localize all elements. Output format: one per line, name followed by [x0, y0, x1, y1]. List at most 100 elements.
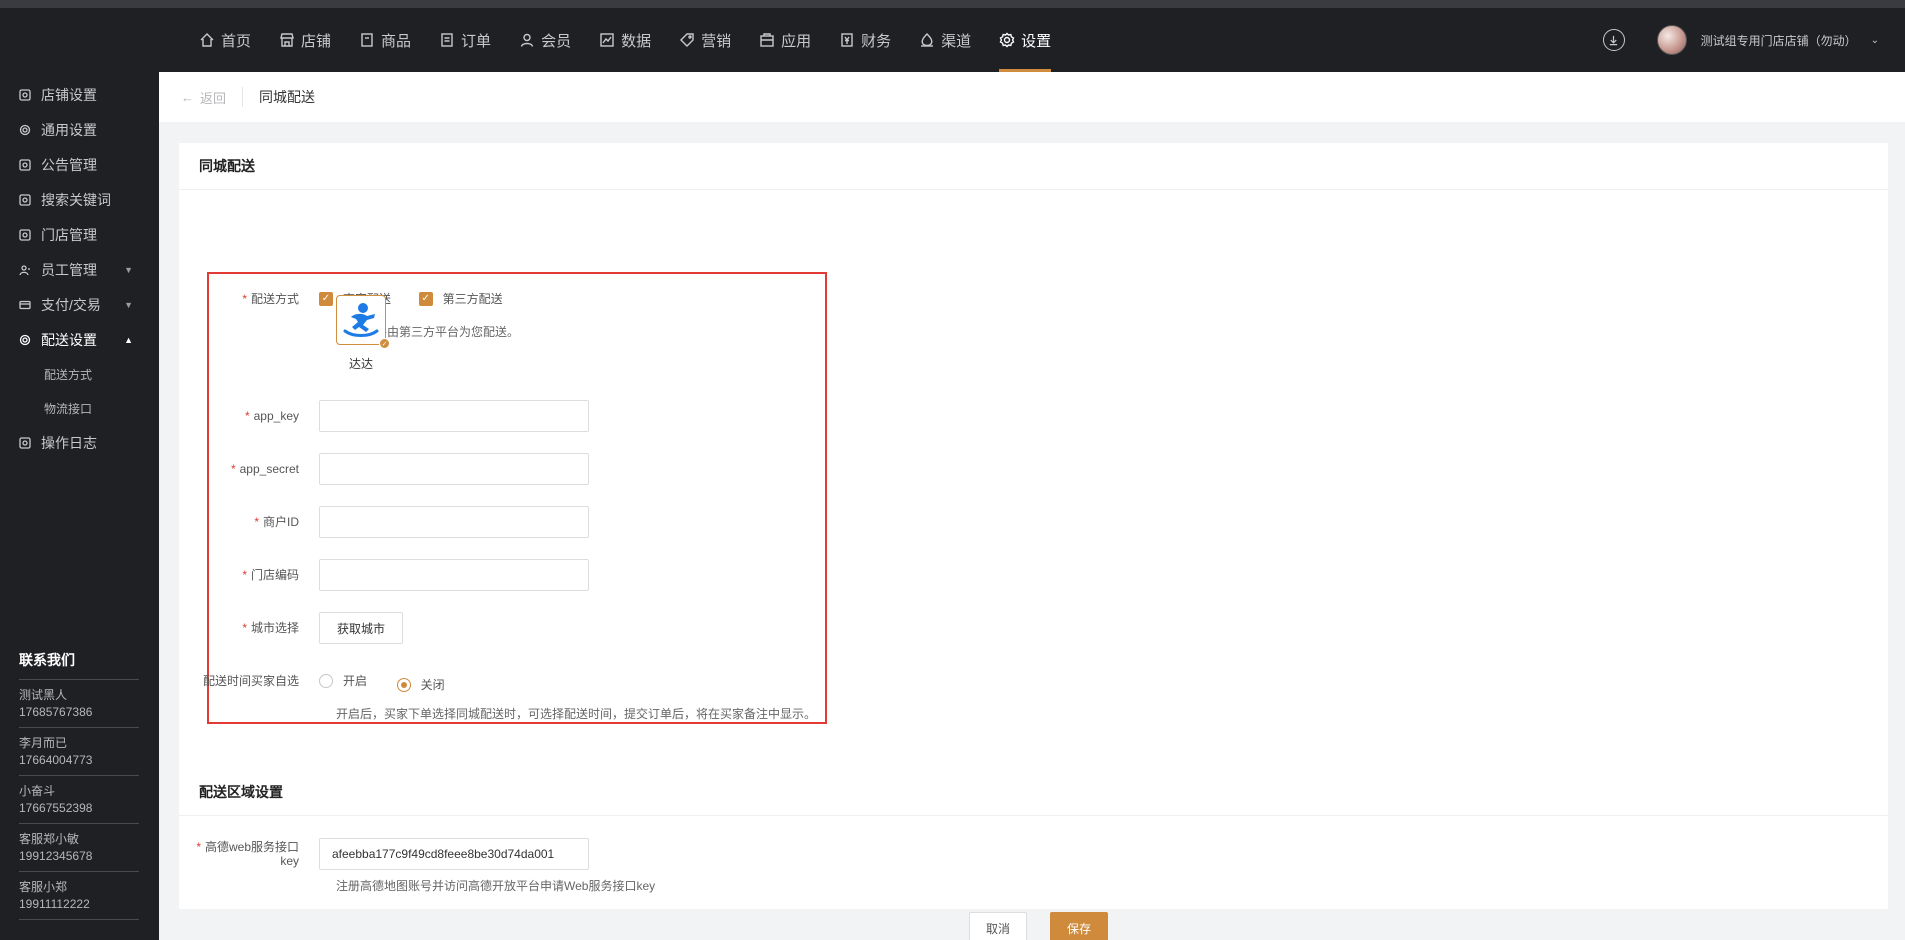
- nav-label: 数据: [621, 32, 652, 50]
- radio-circle: [319, 674, 333, 688]
- merchant-id-row: * 商户ID: [179, 506, 589, 538]
- caret-down-icon: ▼: [124, 264, 133, 275]
- store-name[interactable]: 测试组专用门店店铺（勿动）: [1701, 32, 1857, 49]
- radio-circle-selected: [396, 678, 411, 692]
- home-icon: [199, 32, 215, 48]
- store-icon: [279, 32, 295, 48]
- amap-key-row: * 高德web服务接口key: [179, 838, 589, 870]
- member-icon: [519, 32, 535, 48]
- sidebar-item-operation-log[interactable]: 操作日志: [0, 425, 159, 460]
- nav-label: 商品: [381, 32, 412, 50]
- contact-name: 测试黑人: [19, 688, 68, 702]
- settings-square-icon: [19, 88, 31, 101]
- selected-check-icon: ✓: [379, 338, 390, 349]
- nav-order[interactable]: 订单: [425, 8, 505, 72]
- contact-name: 李月而已: [19, 736, 68, 750]
- sidebar-item-search-keywords[interactable]: 搜索关键词: [0, 182, 159, 217]
- caret-down-icon: ▼: [124, 299, 133, 310]
- sidebar-subitem-logistics-api[interactable]: 物流接口: [0, 391, 159, 425]
- nav-store[interactable]: 店铺: [265, 8, 345, 72]
- app-key-input[interactable]: [319, 400, 589, 432]
- sidebar-subitem-delivery-methods[interactable]: 配送方式: [0, 357, 159, 391]
- check-icon: ✓: [319, 292, 333, 306]
- sidebar-item-staff[interactable]: 员工管理 ▼: [0, 252, 159, 287]
- user-area: 测试组专用门店店铺（勿动） ⌄: [1602, 8, 1879, 72]
- gear-icon: [19, 334, 31, 346]
- section-title: 配送区域设置: [179, 769, 1888, 816]
- store-code-row: * 门店编码: [179, 559, 589, 591]
- sidebar-item-stores[interactable]: 门店管理: [0, 217, 159, 252]
- section-title: 同城配送: [179, 143, 1888, 190]
- sidebar-item-announcements[interactable]: 公告管理: [0, 147, 159, 182]
- provider-dada-option[interactable]: ✓: [336, 295, 390, 349]
- settings-square-icon: [19, 228, 31, 241]
- field-label: * 门店编码: [242, 568, 299, 582]
- contact-item: 小奋斗 17667552398: [19, 776, 139, 824]
- nav-member[interactable]: 会员: [505, 8, 585, 72]
- goods-icon: [359, 32, 375, 48]
- contact-title: 联系我们: [19, 650, 139, 680]
- sidebar-item-label: 支付/交易: [41, 296, 101, 313]
- nav-home[interactable]: 首页: [185, 8, 265, 72]
- radio-off[interactable]: 关闭: [396, 669, 445, 701]
- contact-phone: 17685767386: [19, 705, 93, 719]
- sidebar-item-payment[interactable]: 支付/交易 ▼: [0, 287, 159, 322]
- nav-label: 会员: [541, 32, 572, 50]
- settings-square-icon: [19, 193, 31, 206]
- field-label: * app_key: [244, 409, 299, 423]
- nav-goods[interactable]: 商品: [345, 8, 425, 72]
- save-button[interactable]: 保存: [1050, 912, 1108, 940]
- sidebar-item-label: 搜索关键词: [41, 191, 111, 208]
- field-label: * 城市选择: [242, 621, 299, 635]
- avatar[interactable]: [1656, 25, 1687, 55]
- get-city-button[interactable]: 获取城市: [319, 612, 404, 644]
- contact-item: 客服小郑 19911112222: [19, 872, 139, 920]
- sidebar-item-label: 公告管理: [41, 156, 97, 173]
- top-navbar: 首页 店铺 商品 订单 会员 数据 营销 应用 财务 渠道 设置 测试组专用门店…: [0, 0, 1905, 72]
- nav-label: 店铺: [301, 32, 332, 50]
- tag-icon: [679, 32, 695, 48]
- cancel-button[interactable]: 取消: [969, 912, 1027, 940]
- card-icon: [19, 299, 31, 311]
- chevron-down-icon[interactable]: ⌄: [1871, 35, 1879, 46]
- provider-name: 达达: [348, 357, 373, 371]
- checkbox-third-party-delivery[interactable]: ✓ 第三方配送: [418, 283, 503, 315]
- sidebar-item-delivery-settings[interactable]: 配送设置 ▲: [0, 322, 159, 357]
- amap-key-input[interactable]: [319, 838, 589, 870]
- finance-icon: [839, 32, 855, 48]
- sidebar-item-label: 配送方式: [44, 367, 93, 382]
- field-label: * 配送方式: [242, 292, 299, 306]
- nav-settings[interactable]: 设置: [985, 8, 1065, 72]
- sidebar-item-label: 店铺设置: [41, 86, 97, 103]
- staff-icon: [19, 264, 31, 276]
- nav-label: 应用: [781, 32, 812, 50]
- gear-icon: [19, 124, 31, 136]
- merchant-id-input[interactable]: [319, 506, 589, 538]
- back-button[interactable]: ← 返回: [181, 87, 244, 107]
- radio-on[interactable]: 开启: [319, 665, 367, 697]
- contact-phone: 17664004773: [19, 753, 93, 767]
- app-icon: [759, 32, 775, 48]
- sidebar-item-general-settings[interactable]: 通用设置: [0, 112, 159, 147]
- sidebar-item-label: 物流接口: [44, 401, 93, 416]
- sidebar-item-store-settings[interactable]: 店铺设置: [0, 77, 159, 112]
- store-code-input[interactable]: [319, 559, 589, 591]
- nav-finance[interactable]: 财务: [825, 8, 905, 72]
- channel-icon: [919, 32, 935, 48]
- sidebar: 店铺设置 通用设置 公告管理 搜索关键词 门店管理 员工管理 ▼ 支付/交易 ▼…: [0, 72, 159, 940]
- caret-up-icon: ▲: [124, 334, 133, 345]
- nav-data[interactable]: 数据: [585, 8, 665, 72]
- nav-apps[interactable]: 应用: [745, 8, 825, 72]
- nav-marketing[interactable]: 营销: [665, 8, 745, 72]
- arrow-left-icon: ←: [181, 89, 194, 105]
- nav-label: 设置: [1021, 32, 1052, 50]
- contact-item: 李月而已 17664004773: [19, 728, 139, 776]
- buyer-time-row: 配送时间买家自选 开启 关闭: [179, 665, 471, 701]
- contact-phone: 17667552398: [19, 801, 93, 815]
- field-label: * 高德web服务接口key: [196, 840, 299, 868]
- app-secret-input[interactable]: [319, 453, 589, 485]
- app-secret-row: * app_secret: [179, 453, 589, 485]
- download-icon[interactable]: [1602, 29, 1625, 51]
- nav-channel[interactable]: 渠道: [905, 8, 985, 72]
- checkbox-label: 第三方配送: [442, 292, 503, 306]
